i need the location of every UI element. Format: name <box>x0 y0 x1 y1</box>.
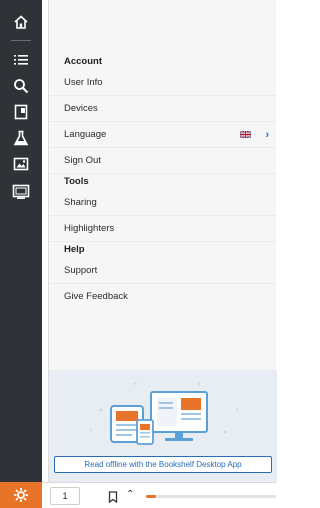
uk-flag-icon <box>240 131 251 138</box>
flashcards-icon[interactable] <box>0 124 42 152</box>
menu-item-highlighters[interactable]: Highlighters <box>49 216 277 242</box>
svg-text:+: + <box>235 407 239 414</box>
menu-item-give-feedback[interactable]: Give Feedback <box>49 284 277 310</box>
section-heading-help: Help <box>64 244 85 255</box>
reading-progress-bar[interactable] <box>146 495 276 498</box>
devices-illustration: + + + <box>89 381 239 445</box>
chevron-right-icon: › <box>265 129 269 141</box>
home-icon[interactable] <box>0 8 42 36</box>
chevron-up-icon[interactable]: ⌃ <box>126 489 134 500</box>
reading-progress-fill <box>146 495 157 498</box>
settings-menu-container: Account User Info Devices Language › Sig… <box>48 0 277 482</box>
menu-item-user-info[interactable]: User Info <box>49 70 277 96</box>
reader-bottom-bar: 1 ⌃ <box>42 482 276 508</box>
search-icon[interactable] <box>0 72 42 100</box>
svg-text:+: + <box>133 381 137 388</box>
desktop-app-button[interactable]: Read offline with the Bookshelf Desktop … <box>54 456 272 473</box>
settings-panel: Account User Info Devices Language › Sig… <box>42 0 277 482</box>
figures-icon[interactable] <box>0 150 42 178</box>
desktop-app-promo: + + + Read offline with the Bookshelf De… <box>49 370 277 482</box>
svg-text:+: + <box>89 427 93 434</box>
section-heading-account: Account <box>64 56 102 67</box>
section-heading-tools: Tools <box>64 176 89 187</box>
side-navigation-rail <box>0 0 42 508</box>
menu-item-language[interactable]: Language › <box>49 122 277 148</box>
reader-view-icon[interactable] <box>0 178 42 206</box>
rail-divider <box>11 40 31 41</box>
contents-list-icon[interactable] <box>0 46 42 74</box>
menu-item-devices[interactable]: Devices <box>49 96 277 122</box>
menu-item-sign-out[interactable]: Sign Out <box>49 148 277 174</box>
settings-menu: Account User Info Devices Language › Sig… <box>49 54 277 310</box>
menu-item-sharing[interactable]: Sharing <box>49 190 277 216</box>
menu-item-language-label: Language <box>64 129 107 140</box>
page-number-input[interactable]: 1 <box>50 487 80 505</box>
menu-item-support[interactable]: Support <box>49 258 277 284</box>
gear-icon <box>14 488 28 502</box>
notebook-icon[interactable] <box>0 98 42 126</box>
bookmark-icon[interactable] <box>108 491 118 503</box>
settings-button[interactable] <box>0 482 42 508</box>
